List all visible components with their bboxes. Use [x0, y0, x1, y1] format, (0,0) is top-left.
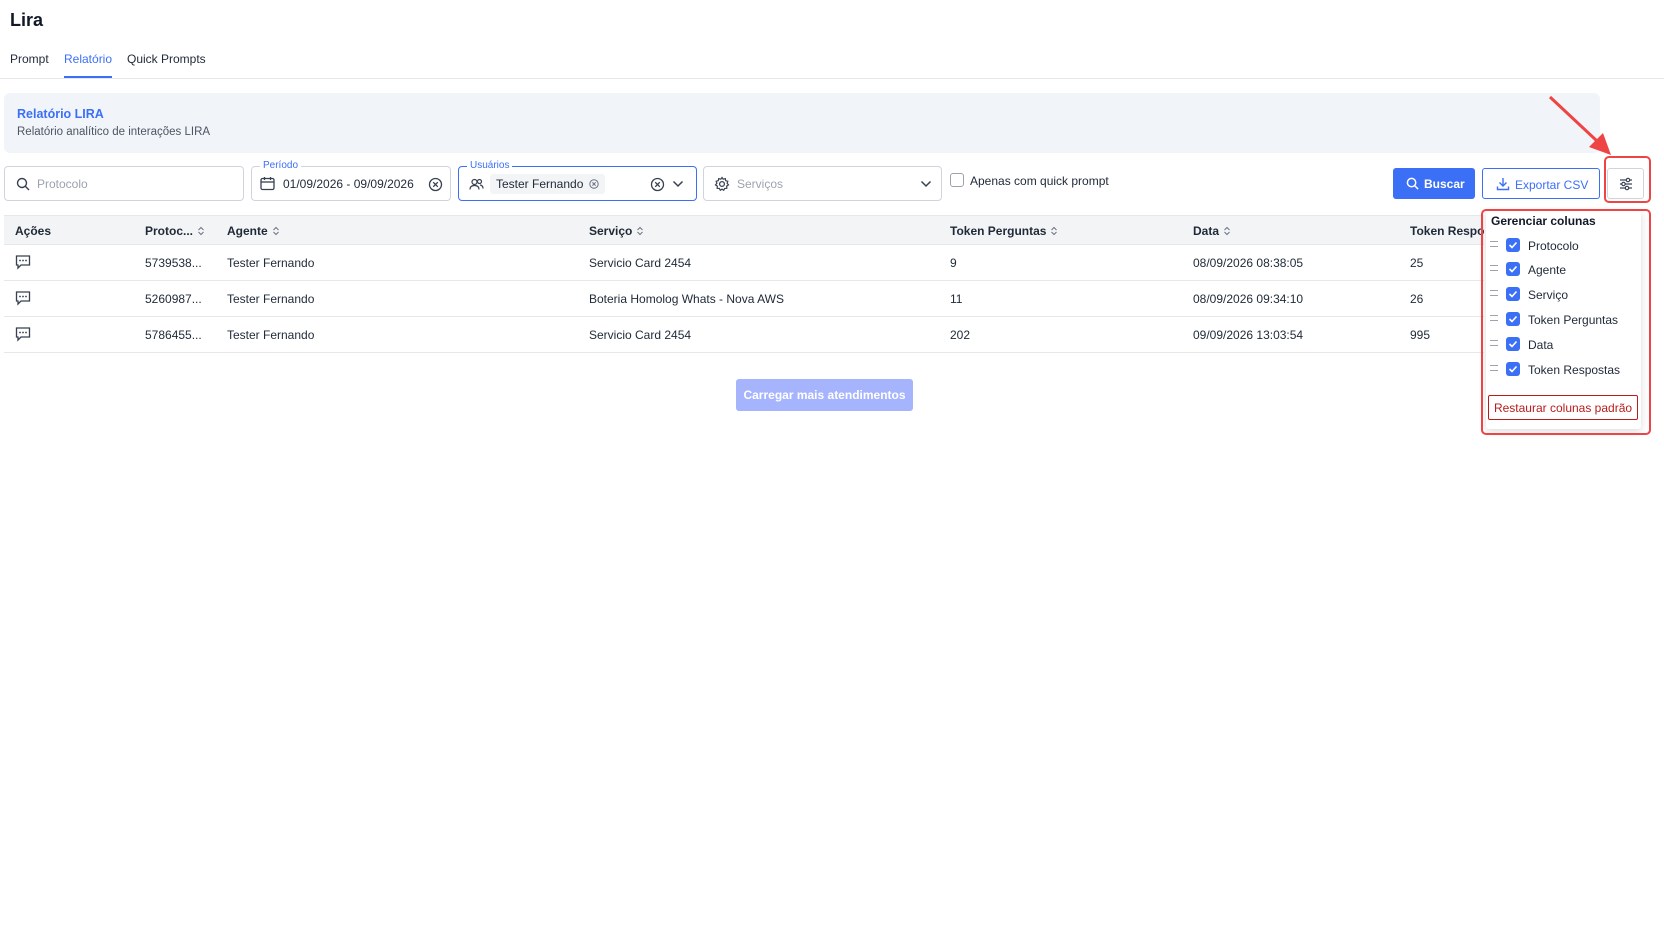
- cell-token-perguntas: 202: [950, 328, 971, 342]
- cell-agente: Tester Fernando: [227, 292, 315, 306]
- protocol-placeholder: Protocolo: [37, 177, 88, 191]
- col-header-data[interactable]: Data: [1193, 224, 1231, 238]
- chevron-down-icon[interactable]: [672, 179, 684, 189]
- sort-icon[interactable]: [636, 226, 644, 236]
- chat-icon[interactable]: [15, 290, 31, 306]
- chat-icon[interactable]: [15, 326, 31, 342]
- col-header-data-label: Data: [1193, 224, 1220, 238]
- col-header-agente-label: Agente: [227, 224, 268, 238]
- cell-token-perguntas: 9: [950, 256, 957, 270]
- load-more-label: Carregar mais atendimentos: [743, 388, 906, 402]
- clear-period-icon[interactable]: [428, 177, 443, 192]
- table-row: 5739538... Tester Fernando Servicio Card…: [4, 245, 1484, 281]
- gear-icon: [714, 176, 730, 192]
- app-title: Lira: [10, 10, 44, 30]
- export-csv-label: Exportar CSV: [1515, 178, 1589, 192]
- users-label: Usuários: [467, 159, 513, 173]
- chevron-down-icon[interactable]: [920, 179, 932, 189]
- cell-servico: Boteria Homolog Whats - Nova AWS: [589, 292, 784, 306]
- col-header-servico-label: Serviço: [589, 224, 633, 238]
- col-header-token-respostas-label: Token Respo: [1410, 224, 1485, 238]
- col-header-protocolo-label: Protoc...: [145, 224, 194, 238]
- services-select[interactable]: Serviços: [703, 166, 942, 201]
- col-header-token-perguntas[interactable]: Token Perguntas: [950, 224, 1058, 238]
- cell-protocolo: 5786455...: [145, 328, 202, 342]
- cell-token-respostas: 995: [1410, 328, 1431, 342]
- col-header-servico[interactable]: Serviço: [589, 224, 644, 238]
- remove-chip-icon[interactable]: [589, 179, 600, 189]
- users-icon: [469, 178, 484, 190]
- chat-icon[interactable]: [15, 254, 31, 270]
- col-header-token-respostas[interactable]: Token Respo: [1410, 224, 1484, 238]
- cell-servico: Servicio Card 2454: [589, 328, 692, 342]
- tab-relatorio[interactable]: Relatório: [64, 52, 113, 78]
- cell-token-perguntas: 11: [950, 292, 963, 306]
- annotation-arrow-icon: [1548, 95, 1611, 155]
- period-label: Período: [260, 159, 302, 173]
- users-multiselect[interactable]: Usuários Tester Fernando: [458, 159, 697, 201]
- download-icon: [1496, 178, 1510, 191]
- period-date-range[interactable]: Período 01/09/2026 - 09/09/2026: [251, 159, 451, 201]
- search-button[interactable]: Buscar: [1393, 168, 1475, 199]
- report-header: Relatório LIRA Relatório analítico de in…: [4, 93, 1600, 153]
- calendar-icon: [260, 177, 275, 191]
- user-chip: Tester Fernando: [490, 174, 606, 194]
- cell-data: 09/09/2026 13:03:54: [1193, 328, 1304, 342]
- report-title: Relatório LIRA: [17, 107, 104, 121]
- tab-quick-prompts[interactable]: Quick Prompts: [127, 52, 206, 78]
- user-chip-label: Tester Fernando: [496, 177, 584, 191]
- col-header-acoes-label: Ações: [15, 224, 52, 238]
- report-table: Ações Protoc... Agente Serviço Token Per…: [4, 215, 1484, 353]
- quick-prompt-label: Apenas com quick prompt: [970, 174, 1109, 188]
- clear-users-icon[interactable]: [650, 177, 665, 192]
- cell-data: 08/09/2026 08:38:05: [1193, 256, 1304, 270]
- cell-data: 08/09/2026 09:34:10: [1193, 292, 1304, 306]
- sort-icon[interactable]: [1050, 226, 1058, 236]
- cell-agente: Tester Fernando: [227, 328, 315, 342]
- cell-agente: Tester Fernando: [227, 256, 315, 270]
- col-header-token-perguntas-label: Token Perguntas: [950, 224, 1047, 238]
- cell-servico: Servicio Card 2454: [589, 256, 692, 270]
- table-row: 5260987... Tester Fernando Boteria Homol…: [4, 281, 1484, 317]
- cell-token-respostas: 25: [1410, 256, 1424, 270]
- col-header-acoes: Ações: [15, 224, 51, 238]
- table-row: 5786455... Tester Fernando Servicio Card…: [4, 317, 1484, 353]
- export-csv-button[interactable]: Exportar CSV: [1482, 168, 1600, 199]
- search-icon: [16, 177, 30, 191]
- col-header-agente[interactable]: Agente: [227, 224, 280, 238]
- annotation-highlight-button: [1604, 156, 1651, 203]
- sort-icon[interactable]: [272, 226, 280, 236]
- cell-token-respostas: 26: [1410, 292, 1424, 306]
- protocol-search-input[interactable]: Protocolo: [4, 166, 244, 201]
- report-subtitle: Relatório analítico de interações LIRA: [17, 126, 211, 138]
- tab-bar: Prompt Relatório Quick Prompts: [0, 46, 1664, 79]
- search-button-label: Buscar: [1424, 177, 1465, 191]
- sort-icon[interactable]: [1223, 226, 1231, 236]
- annotation-highlight-popover: [1481, 209, 1651, 435]
- load-more-button[interactable]: Carregar mais atendimentos: [736, 379, 913, 411]
- sort-icon[interactable]: [197, 226, 205, 236]
- cell-protocolo: 5739538...: [145, 256, 202, 270]
- tab-prompt[interactable]: Prompt: [10, 52, 49, 78]
- col-header-protocolo[interactable]: Protoc...: [145, 224, 205, 238]
- quick-prompt-checkbox[interactable]: [950, 173, 964, 187]
- search-icon: [1406, 177, 1419, 190]
- services-placeholder: Serviços: [737, 177, 784, 191]
- period-value: 01/09/2026 - 09/09/2026: [283, 177, 414, 191]
- cell-protocolo: 5260987...: [145, 292, 202, 306]
- table-header: Ações Protoc... Agente Serviço Token Per…: [4, 215, 1484, 245]
